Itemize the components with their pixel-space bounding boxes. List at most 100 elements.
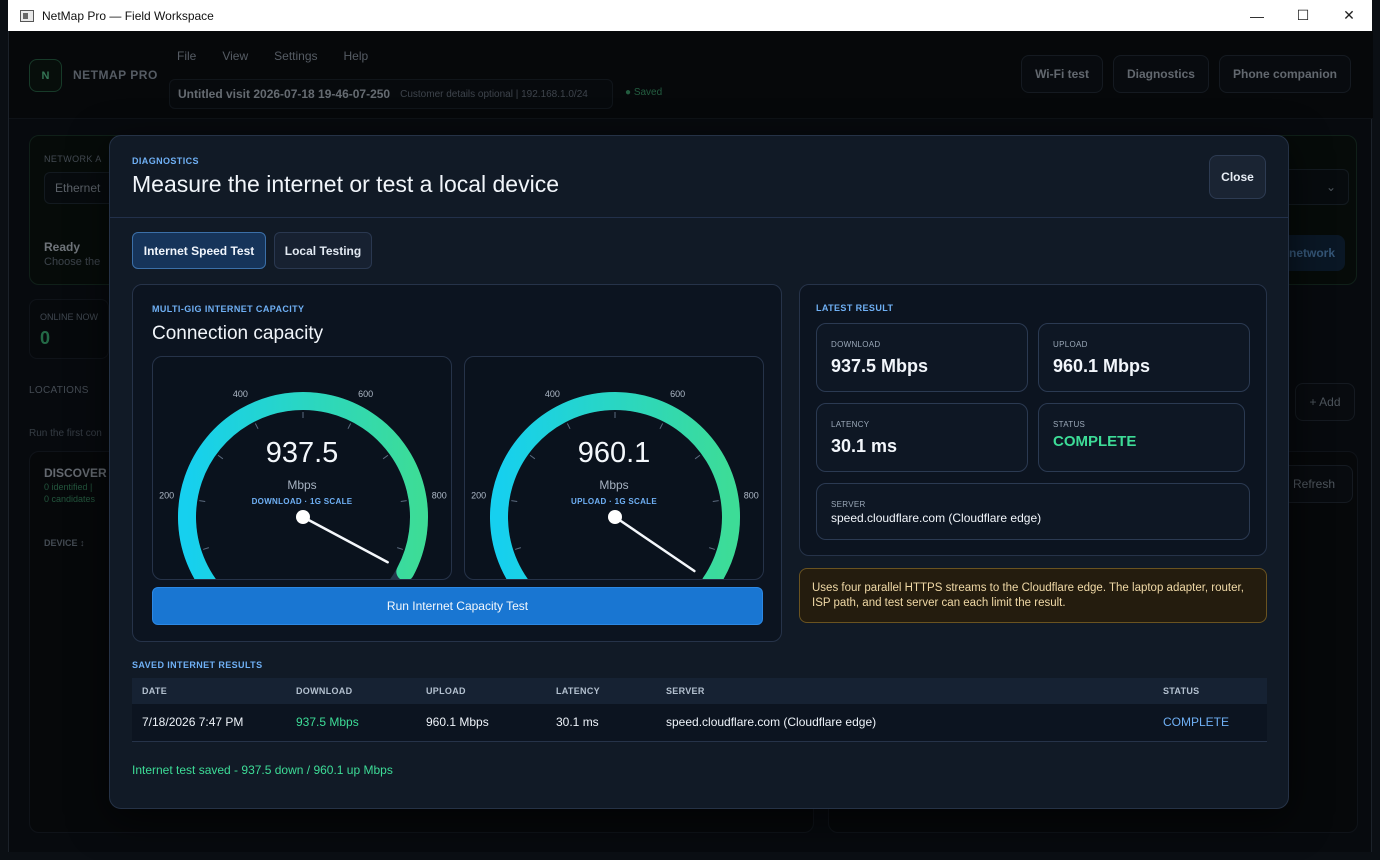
visit-field[interactable]: Untitled visit 2026-07-18 19-46-07-250 C… [169, 79, 613, 109]
saved-results-table: DATE DOWNLOAD UPLOAD LATENCY SERVER STAT… [132, 678, 1267, 742]
latency-metric-value: 30.1 ms [831, 436, 898, 456]
upload-metric: UPLOAD 960.1 Mbps [1038, 323, 1250, 392]
discover-identified: 0 identified | [44, 482, 93, 492]
gauge-tick [659, 423, 664, 430]
gauge-tick [254, 423, 259, 430]
minimize-icon[interactable]: — [1234, 0, 1280, 31]
window-title: NetMap Pro — Field Workspace [42, 8, 214, 23]
capacity-eyebrow: MULTI-GIG INTERNET CAPACITY [152, 304, 305, 314]
locations-label: LOCATIONS [29, 385, 89, 396]
device-column-header[interactable]: DEVICE ↕ [44, 538, 85, 548]
latest-eyebrow: LATEST RESULT [816, 303, 894, 313]
diagnostics-button[interactable]: Diagnostics [1112, 55, 1209, 93]
gauge-needle [613, 515, 696, 573]
download-gauge-unit: Mbps [287, 478, 317, 492]
run-capacity-test-button[interactable]: Run Internet Capacity Test [152, 587, 763, 625]
gauge-tick [566, 423, 571, 430]
modal-eyebrow: DIAGNOSTICS [132, 156, 199, 166]
window-titlebar: NetMap Pro — Field Workspace — ☐ ✕ [8, 0, 1372, 31]
gauge-tick [709, 547, 716, 550]
discover-candidates: 0 candidates [44, 494, 96, 504]
ready-status: Ready [44, 240, 81, 254]
tab-local-testing[interactable]: Local Testing [274, 232, 372, 269]
modal-header: DIAGNOSTICS Measure the internet or test… [110, 136, 1288, 218]
row-date: 7/18/2026 7:47 PM [132, 704, 286, 742]
upload-gauge-value: 960.1 [577, 437, 651, 469]
latency-metric: LATENCY 30.1 ms [816, 403, 1028, 472]
col-server: SERVER [656, 678, 1153, 704]
online-value: 0 [40, 328, 51, 348]
saved-indicator: ● Saved [625, 87, 663, 98]
table-header-row: DATE DOWNLOAD UPLOAD LATENCY SERVER STAT… [132, 678, 1267, 704]
gauge-tick [202, 547, 209, 550]
download-metric: DOWNLOAD 937.5 Mbps [816, 323, 1028, 392]
menu-view[interactable]: View [222, 49, 248, 63]
upload-gauge-scale: UPLOAD · 1G SCALE [571, 497, 657, 506]
upload-gauge-unit: Mbps [599, 478, 629, 492]
gauge-needle-hub [296, 510, 310, 524]
menu-file[interactable]: File [177, 49, 196, 63]
logo-icon: N [29, 59, 62, 92]
connection-capacity-card: MULTI-GIG INTERNET CAPACITY Connection c… [132, 284, 782, 642]
download-metric-value: 937.5 Mbps [831, 356, 929, 376]
col-date: DATE [132, 678, 286, 704]
upload-metric-value: 960.1 Mbps [1053, 356, 1151, 376]
capacity-title: Connection capacity [152, 323, 324, 344]
modal-title: Measure the internet or test a local dev… [132, 171, 560, 197]
gauge-tick [514, 547, 521, 550]
table-row: 7/18/2026 7:47 PM 937.5 Mbps 960.1 Mbps … [132, 704, 1267, 742]
close-window-icon[interactable]: ✕ [1326, 0, 1372, 31]
gauge-needle [301, 515, 389, 564]
save-confirmation: Internet test saved - 937.5 down / 960.1… [132, 763, 393, 777]
online-label: ONLINE NOW [40, 312, 99, 322]
download-gauge-scale: DOWNLOAD · 1G SCALE [251, 497, 353, 506]
run-first-hint: Run the first con [29, 428, 102, 439]
wifi-test-button[interactable]: Wi-Fi test [1021, 55, 1103, 93]
col-status: STATUS [1153, 678, 1267, 704]
maximize-icon[interactable]: ☐ [1280, 0, 1326, 31]
latest-result-card: LATEST RESULT DOWNLOAD 937.5 Mbps UPLOAD… [799, 284, 1267, 556]
app-frame: N NETMAP PRO File View Settings Help Unt… [8, 31, 1373, 852]
app-header: N NETMAP PRO File View Settings Help Unt… [9, 31, 1373, 119]
saved-results-eyebrow: SAVED INTERNET RESULTS [132, 660, 263, 670]
menu-settings[interactable]: Settings [274, 49, 317, 63]
app-window-icon [20, 9, 34, 22]
server-metric: SERVER speed.cloudflare.com (Cloudflare … [816, 483, 1250, 540]
test-method-note: Uses four parallel HTTPS streams to the … [799, 568, 1267, 623]
online-now-card: ONLINE NOW 0 [29, 299, 109, 359]
network-label: NETWORK A [44, 154, 102, 164]
add-location-button[interactable]: + Add [1295, 383, 1355, 421]
download-metric-label: DOWNLOAD [831, 340, 881, 349]
phone-companion-button[interactable]: Phone companion [1218, 55, 1351, 93]
diagnostics-modal: DIAGNOSTICS Measure the internet or test… [109, 135, 1289, 809]
status-metric: STATUS COMPLETE [1038, 403, 1245, 472]
upload-metric-label: UPLOAD [1053, 340, 1088, 349]
gauge-tick [397, 547, 404, 550]
visit-title: Untitled visit 2026-07-18 19-46-07-250 [178, 87, 391, 101]
row-server: speed.cloudflare.com (Cloudflare edge) [656, 704, 1153, 742]
row-latency: 30.1 ms [546, 704, 656, 742]
visit-subtitle: Customer details optional | 192.168.1.0/… [400, 88, 588, 100]
choose-hint: Choose the [44, 256, 101, 268]
close-button[interactable]: Close [1209, 155, 1266, 199]
menu-bar: File View Settings Help [177, 49, 368, 63]
col-latency: LATENCY [546, 678, 656, 704]
gauge-tick-label: 600 [670, 389, 685, 399]
download-gauge-value: 937.5 [265, 437, 339, 469]
discover-title: DISCOVER [44, 466, 107, 480]
gauge-tick-label: 400 [233, 389, 248, 399]
row-download: 937.5 Mbps [286, 704, 416, 742]
server-metric-value: speed.cloudflare.com (Cloudflare edge) [831, 511, 1042, 525]
gauge-needle-hub [608, 510, 622, 524]
row-upload: 960.1 Mbps [416, 704, 546, 742]
logo-text: NETMAP PRO [73, 68, 158, 82]
gauge-tick-label: 400 [545, 389, 560, 399]
tab-internet-speed-test[interactable]: Internet Speed Test [132, 232, 266, 269]
server-metric-label: SERVER [831, 500, 866, 509]
status-metric-label: STATUS [1053, 420, 1086, 429]
status-metric-value: COMPLETE [1053, 433, 1137, 450]
row-status: COMPLETE [1153, 704, 1267, 742]
download-gauge: 200 400 600 800 937.5 Mbps DOWNLOAD · 1G SC… [152, 356, 452, 580]
menu-help[interactable]: Help [344, 49, 369, 63]
col-upload: UPLOAD [416, 678, 546, 704]
